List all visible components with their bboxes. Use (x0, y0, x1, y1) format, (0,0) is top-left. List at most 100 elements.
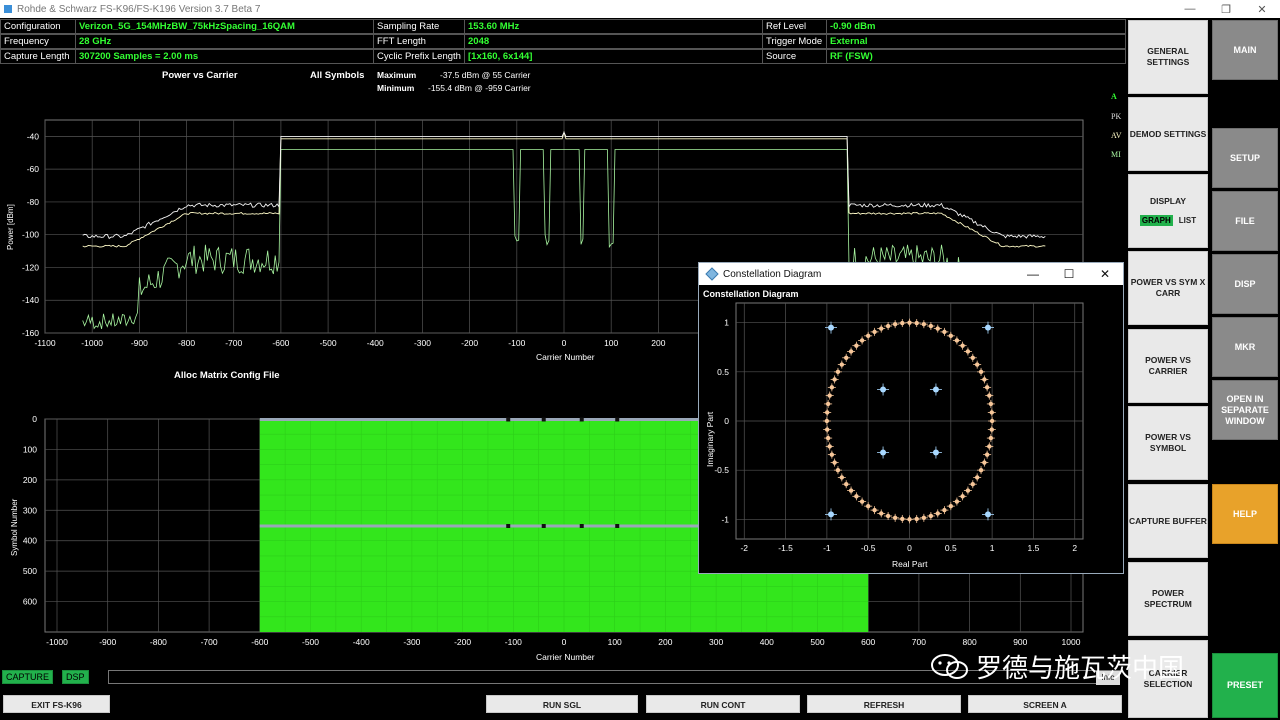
constellation-ring-point (825, 435, 831, 441)
constellation-qam-point (828, 511, 835, 518)
constellation-ring-point (827, 393, 832, 398)
preset-button[interactable]: PRESET (1212, 653, 1278, 718)
constellation-ring-point (885, 513, 891, 519)
capture-buffer-button[interactable]: CAPTURE BUFFER (1128, 484, 1208, 558)
constellation-ring-point (960, 343, 965, 348)
constellation-ring-point (900, 516, 905, 522)
constellation-x-tick-label: -0.5 (861, 543, 876, 553)
restore-button[interactable]: ❐ (1208, 3, 1244, 16)
file-label: FILE (1235, 215, 1255, 226)
ref-level-label: Ref Level (762, 19, 827, 34)
constellation-ring-point (970, 482, 975, 487)
power-x-tick-label: 200 (651, 338, 665, 348)
maximum-label: Maximum (377, 70, 417, 80)
main-button[interactable]: MAIN (1212, 20, 1278, 80)
run-sgl-button[interactable]: RUN SGL (486, 695, 638, 713)
dc-marker (506, 524, 511, 528)
open-in-separate-window-label: OPEN IN SEPARATE WINDOW (1221, 393, 1269, 426)
close-button[interactable]: ✕ (1244, 3, 1280, 16)
constellation-ring-point (907, 320, 912, 325)
power-chart-title: Power vs Carrier (162, 70, 238, 81)
alloc-y-tick-label: 500 (23, 566, 37, 576)
exit-button[interactable]: EXIT FS-K96 (3, 695, 110, 713)
constellation-ring-point (935, 326, 940, 331)
run-cont-button[interactable]: RUN CONT (646, 695, 800, 713)
power-x-tick-label: -700 (225, 338, 242, 348)
disp-label: DISP (1234, 278, 1256, 289)
power-vs-sym-x-carr-button[interactable]: POWER VS SYM X CARR (1128, 251, 1208, 325)
constellation-ring-point (885, 323, 891, 329)
constellation-window[interactable]: Constellation Diagram — ☐ ✕ Constellatio… (698, 262, 1124, 574)
constellation-ring-point (854, 343, 859, 348)
minimize-button[interactable]: — (1172, 3, 1208, 15)
constellation-ring-point (960, 494, 965, 499)
capture-buffer-label: CAPTURE BUFFER (1129, 515, 1207, 526)
constellation-x-tick-label: -2 (740, 543, 748, 553)
constellation-close-button[interactable]: ✕ (1087, 267, 1123, 281)
constellation-title-bar[interactable]: Constellation Diagram — ☐ ✕ (699, 263, 1123, 285)
general-settings-button[interactable]: GENERAL SETTINGS (1128, 20, 1208, 94)
constellation-x-tick-label: 1.5 (1028, 543, 1040, 553)
fft-length-label: FFT Length (373, 34, 465, 49)
power-spectrum-button[interactable]: POWER SPECTRUM (1128, 562, 1208, 636)
graph-toggle-option[interactable]: GRAPH (1139, 215, 1173, 226)
constellation-ring-point (987, 444, 992, 449)
constellation-ring-point (954, 499, 960, 504)
constellation-ring-point (928, 513, 934, 519)
capture-status-tag: CAPTURE (2, 670, 54, 684)
power-x-axis-label: Carrier Number (536, 352, 595, 362)
constellation-ring-point (879, 326, 884, 331)
constellation-maximize-button[interactable]: ☐ (1051, 267, 1087, 281)
frequency-label: Frequency (0, 34, 76, 49)
source-value: RF (FSW) (826, 49, 1126, 64)
list-toggle-option[interactable]: LIST (1179, 215, 1196, 226)
power-vs-symbol-button[interactable]: POWER VS SYMBOL (1128, 406, 1208, 480)
power-spectrum-label: POWER SPECTRUM (1144, 588, 1192, 609)
dc-marker (506, 417, 511, 422)
constellation-minimize-button[interactable]: — (1015, 267, 1051, 281)
dc-marker (579, 524, 584, 528)
constellation-qam-point (932, 386, 939, 393)
constellation-ring-point (907, 517, 912, 522)
screen-a-button[interactable]: SCREEN A (968, 695, 1122, 713)
constellation-ring-point (928, 323, 934, 329)
alloc-x-tick-label: -500 (302, 637, 319, 647)
trace-mi-label: MI (1111, 150, 1121, 159)
mkr-button[interactable]: MKR (1212, 317, 1278, 377)
display-label: DISPLAY (1149, 196, 1187, 206)
graph-list-toggle[interactable]: GRAPH LIST (1139, 215, 1196, 226)
constellation-ring-point (829, 385, 835, 390)
constellation-ring-point (942, 507, 947, 513)
constellation-ring-point (832, 460, 837, 465)
constellation-ring-point (859, 499, 865, 504)
constellation-ring-point (848, 349, 854, 354)
alloc-x-tick-label: -600 (251, 637, 268, 647)
constellation-ring-point (892, 515, 898, 521)
constellation-x-tick-label: 0.5 (945, 543, 957, 553)
power-vs-carrier-button[interactable]: POWER VS CARRIER (1128, 329, 1208, 403)
constellation-x-tick-label: 2 (1072, 543, 1077, 553)
power-x-tick-label: -800 (178, 338, 195, 348)
disp-button[interactable]: DISP (1212, 254, 1278, 314)
help-button[interactable]: HELP (1212, 484, 1278, 544)
open-in-separate-window-button[interactable]: OPEN IN SEPARATE WINDOW (1212, 380, 1278, 440)
constellation-ring-point (982, 377, 987, 382)
constellation-x-tick-label: 1 (990, 543, 995, 553)
demod-settings-button[interactable]: DEMOD SETTINGS (1128, 97, 1208, 171)
ref-level-value: -0.90 dBm (826, 19, 1126, 34)
power-x-tick-label: -100 (508, 338, 525, 348)
power-y-tick-label: -100 (22, 230, 39, 240)
alloc-x-tick-label: 400 (760, 637, 774, 647)
trace-av-label: AV (1111, 131, 1122, 140)
refresh-button[interactable]: REFRESH (807, 695, 961, 713)
power-y-axis-label: Power [dBm] (6, 204, 15, 250)
constellation-ring-point (900, 320, 905, 326)
all-symbols-label: All Symbols (310, 70, 365, 81)
constellation-ring-point (965, 349, 971, 354)
sampling-rate-label: Sampling Rate (373, 19, 465, 34)
alloc-chart-title: Alloc Matrix Config File (174, 370, 280, 381)
setup-button[interactable]: SETUP (1212, 128, 1278, 188)
display-button[interactable]: DISPLAY GRAPH LIST (1128, 174, 1208, 248)
power-y-tick-label: -160 (22, 328, 39, 338)
file-button[interactable]: FILE (1212, 191, 1278, 251)
